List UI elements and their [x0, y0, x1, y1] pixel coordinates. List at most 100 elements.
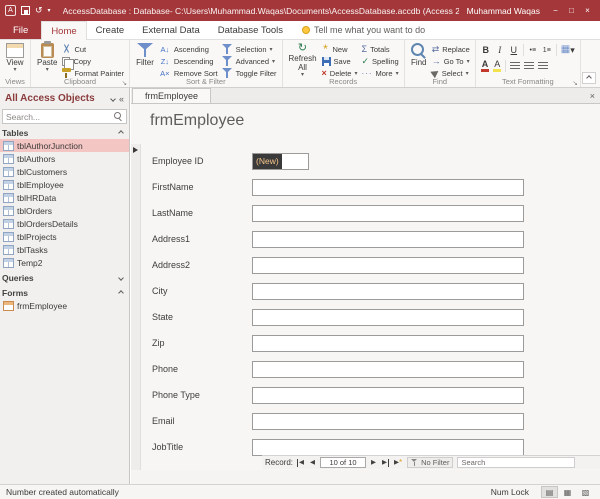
new-record-button[interactable]: * New	[320, 43, 360, 55]
tab-create[interactable]: Create	[87, 21, 134, 39]
collapse-ribbon-button[interactable]	[582, 72, 596, 84]
view-button[interactable]: View ▾	[3, 41, 27, 77]
record-search-input[interactable]	[457, 457, 576, 468]
field-input[interactable]	[252, 204, 524, 222]
field-input[interactable]	[252, 412, 524, 430]
sidebar-item-table[interactable]: Temp2	[0, 256, 129, 269]
first-record-button[interactable]: ◀	[297, 458, 305, 467]
table-icon	[3, 166, 14, 177]
field-input[interactable]	[252, 438, 524, 456]
paste-button[interactable]: Paste ▾	[34, 41, 60, 78]
section-header-forms[interactable]: Forms	[0, 286, 129, 299]
sidebar-item-label: tblOrders	[17, 205, 52, 216]
qat-dropdown-icon[interactable]: ▾	[48, 7, 51, 14]
datasheet-view-button[interactable]: ▦	[559, 486, 576, 498]
close-icon[interactable]: ×	[580, 3, 595, 18]
quick-access-toolbar: A ↺ ▾	[5, 5, 51, 16]
access-app-icon[interactable]: A	[5, 5, 16, 16]
sidebar-item-table[interactable]: tblOrders	[0, 204, 129, 217]
sidebar-item-table[interactable]: tblTasks	[0, 243, 129, 256]
maximize-icon[interactable]: □	[564, 3, 579, 18]
field-label: FirstName	[152, 182, 194, 192]
next-record-button[interactable]: ▶	[370, 459, 377, 467]
design-view-button[interactable]: ▧	[577, 486, 594, 498]
sidebar-item-table[interactable]: tblAuthorJunction	[0, 139, 129, 152]
tab-file[interactable]: File	[0, 21, 42, 39]
account-name[interactable]: Muhammad Waqas	[467, 6, 540, 16]
refresh-icon: ↻	[297, 42, 308, 54]
form-view-button[interactable]: ▤	[541, 486, 558, 498]
document-tab-frmEmployee[interactable]: frmEmployee	[132, 88, 212, 103]
sidebar-item-table[interactable]: tblOrdersDetails	[0, 217, 129, 230]
tab-database-tools[interactable]: Database Tools	[209, 21, 292, 39]
shutter-close-icon[interactable]: «	[119, 94, 124, 104]
close-document-icon[interactable]: ×	[590, 91, 595, 101]
save-record-button[interactable]: Save	[320, 56, 360, 66]
tab-external-data[interactable]: External Data	[133, 21, 209, 39]
find-button[interactable]: Find	[408, 41, 430, 78]
align-center-button[interactable]	[524, 60, 535, 72]
tell-me-box[interactable]: Tell me what you want to do	[302, 21, 425, 39]
section-header-tables[interactable]: Tables	[0, 126, 129, 139]
advanced-button[interactable]: Advanced ▾	[220, 55, 279, 66]
undo-icon[interactable]: ↺	[35, 6, 43, 15]
highlight-button[interactable]: A	[493, 59, 502, 72]
sidebar-item-label: tblOrdersDetails	[17, 218, 78, 229]
bullets-button[interactable]: •≡	[528, 44, 538, 56]
field-input[interactable]	[252, 230, 524, 248]
sidebar-item-label: tblEmployee	[17, 179, 64, 190]
sidebar-item-table[interactable]: tblCustomers	[0, 165, 129, 178]
selection-button[interactable]: Selection ▾	[220, 43, 279, 54]
field-input[interactable]	[252, 282, 524, 300]
field-input[interactable]	[252, 308, 524, 326]
align-left-button[interactable]	[510, 60, 521, 72]
underline-button[interactable]: U	[509, 44, 519, 56]
filter-button[interactable]: Filter	[133, 41, 157, 78]
field-input[interactable]: (New)	[252, 152, 309, 170]
field-input[interactable]	[252, 360, 524, 378]
status-message: Number created automatically	[6, 487, 119, 497]
align-right-button[interactable]	[538, 60, 549, 72]
ascending-button[interactable]: A↓ Ascending	[157, 44, 220, 54]
totals-button[interactable]: Σ Totals	[359, 44, 400, 54]
record-selector-bar[interactable]	[131, 144, 141, 470]
sidebar-item-label: tblTasks	[17, 244, 48, 255]
sidebar-item-form[interactable]: frmEmployee	[0, 299, 129, 312]
goto-button[interactable]: → Go To ▾	[430, 56, 472, 66]
form-field-row: Phone	[152, 356, 590, 382]
refresh-all-button[interactable]: ↻ Refresh All ▾	[286, 41, 320, 79]
nav-pane-title[interactable]: All Access Objects	[5, 93, 107, 104]
field-input[interactable]	[252, 334, 524, 352]
save-icon[interactable]	[21, 6, 30, 15]
current-record-arrow-icon	[133, 147, 138, 153]
previous-record-button[interactable]: ◀	[309, 459, 316, 467]
minimize-icon[interactable]: −	[548, 3, 563, 18]
form-field-row: LastName	[152, 200, 590, 226]
new-blank-record-button[interactable]: ▶ *	[393, 458, 403, 467]
nav-search-input[interactable]	[6, 111, 112, 122]
descending-button[interactable]: Z↓ Descending	[157, 56, 220, 66]
copy-button[interactable]: Copy	[60, 56, 126, 70]
bold-button[interactable]: B	[481, 44, 491, 56]
last-record-button[interactable]: ▶	[381, 458, 390, 467]
spelling-button[interactable]: ✓ Spelling	[359, 56, 400, 66]
sidebar-item-table[interactable]: tblProjects	[0, 230, 129, 243]
cut-button[interactable]: Cut	[60, 44, 126, 54]
sidebar-item-table[interactable]: tblAuthors	[0, 152, 129, 165]
record-position[interactable]: 10 of 10	[320, 457, 367, 468]
font-color-button[interactable]: A	[480, 59, 490, 72]
field-input[interactable]	[252, 256, 524, 274]
filter-indicator-button[interactable]: No Filter	[407, 457, 454, 468]
field-input[interactable]	[252, 178, 524, 196]
sidebar-item-table[interactable]: tblEmployee	[0, 178, 129, 191]
filter-icon	[411, 458, 418, 467]
section-header-queries[interactable]: Queries	[0, 271, 129, 284]
italic-button[interactable]: I	[495, 44, 505, 56]
gridlines-button[interactable]: ▦ ▾	[561, 44, 575, 56]
chevron-down-icon[interactable]	[110, 95, 116, 102]
numbering-button[interactable]: 1≡	[542, 44, 552, 56]
tab-home[interactable]: Home	[41, 21, 87, 40]
field-input[interactable]	[252, 386, 524, 404]
replace-button[interactable]: ⇄ Replace	[430, 44, 472, 54]
sidebar-item-table[interactable]: tblHRData	[0, 191, 129, 204]
